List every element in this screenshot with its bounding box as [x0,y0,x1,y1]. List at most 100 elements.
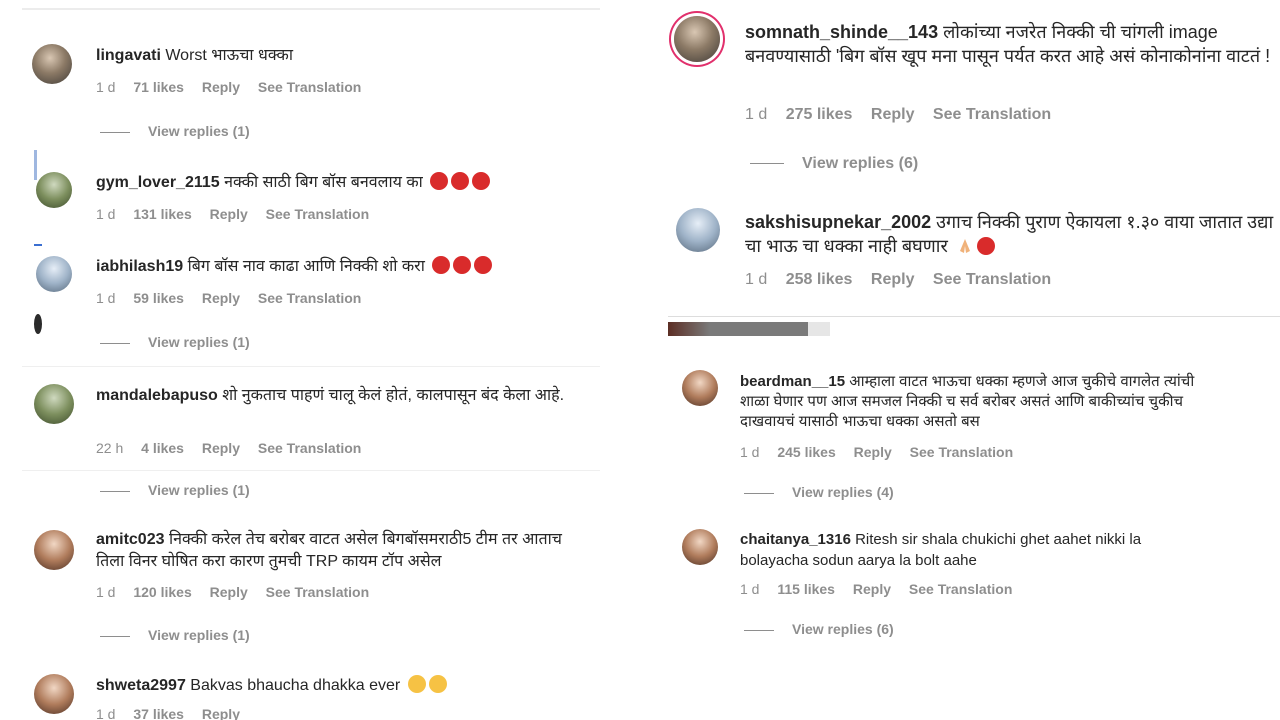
timestamp: 1 d [96,584,116,600]
see-translation-button[interactable]: See Translation [258,290,361,306]
likes-count[interactable]: 37 likes [133,706,184,720]
see-translation-button[interactable]: See Translation [933,271,1051,288]
view-replies-label: View replies (1) [148,334,250,350]
view-replies-button[interactable]: View replies (1) [100,627,250,643]
comment-meta: 1 d 120 likes Reply See Translation [96,584,383,600]
timestamp: 1 d [96,79,116,95]
username[interactable]: mandalebapuso [96,387,218,404]
timestamp: 1 d [96,706,116,720]
reply-button[interactable]: Reply [871,106,915,123]
avatar[interactable] [32,44,72,84]
likes-count[interactable]: 275 likes [786,106,853,123]
timestamp: 1 d [745,106,768,123]
username[interactable]: iabhilash19 [96,258,183,275]
reply-button[interactable]: Reply [854,444,892,460]
username[interactable]: somnath_shinde__143 [745,22,938,42]
reply-button[interactable]: Reply [871,271,915,288]
comment-meta: 1 d 59 likes Reply See Translation [96,290,375,306]
divider [22,8,600,10]
comment-meta: 1 d 275 likes Reply See Translation [745,106,1065,124]
comment-body: Bakvas bhaucha dhakka ever [190,677,401,694]
reply-button[interactable]: Reply [202,290,240,306]
view-replies-button[interactable]: View replies (6) [750,155,918,173]
avatar[interactable] [682,529,718,565]
avatar[interactable] [34,530,74,570]
view-replies-button[interactable]: View replies (1) [100,482,250,498]
see-translation-button[interactable]: See Translation [258,440,361,456]
see-translation-button[interactable]: See Translation [266,206,369,222]
comment-text: somnath_shinde__143 लोकांच्या नजरेत निक्… [745,20,1275,68]
likes-count[interactable]: 59 likes [133,290,184,306]
likes-count[interactable]: 120 likes [133,584,191,600]
username[interactable]: lingavati [96,47,161,64]
username[interactable]: gym_lover_2115 [96,174,220,191]
right-comments-panel: somnath_shinde__143 लोकांच्या नजरेत निक्… [660,0,1280,720]
reply-button[interactable]: Reply [210,584,248,600]
angry-face-icon [451,172,470,190]
see-translation-button[interactable]: See Translation [933,106,1051,123]
avatar[interactable] [36,256,72,292]
view-replies-button[interactable]: View replies (1) [100,334,250,350]
divider [22,470,600,471]
avatar[interactable] [34,674,74,714]
decor-mark [34,244,42,246]
view-replies-label: View replies (4) [792,484,894,500]
avatar[interactable] [36,172,72,208]
username[interactable]: beardman__15 [740,373,845,390]
view-replies-label: View replies (1) [148,482,250,498]
angry-face-icon [432,256,451,274]
reply-button[interactable]: Reply [210,206,248,222]
likes-count[interactable]: 258 likes [786,271,853,288]
username[interactable]: amitc023 [96,531,165,548]
decor-mark [34,314,42,334]
avatar[interactable] [676,208,720,252]
likes-count[interactable]: 115 likes [777,581,835,597]
comment-meta: 1 d 258 likes Reply See Translation [745,271,1065,289]
reply-button[interactable]: Reply [202,706,240,720]
dash-line [100,635,130,637]
likes-count[interactable]: 4 likes [141,440,184,456]
reply-button[interactable]: Reply [853,581,891,597]
reply-button[interactable]: Reply [202,440,240,456]
see-translation-button[interactable]: See Translation [258,79,361,95]
username[interactable]: sakshisupnekar_2002 [745,212,931,232]
see-translation-button[interactable]: See Translation [909,581,1012,597]
comment-text: mandalebapuso शो नुकताच पाहणं चालू केलं … [96,385,566,407]
avatar[interactable] [34,384,74,424]
view-replies-label: View replies (1) [148,123,250,139]
username[interactable]: chaitanya_1316 [740,531,851,548]
reply-button[interactable]: Reply [202,79,240,95]
view-replies-button[interactable]: View replies (1) [100,123,250,139]
timestamp: 1 d [740,581,760,597]
likes-count[interactable]: 131 likes [133,206,191,222]
comment-body: शो नुकताच पाहणं चालू केलं होतं, कालपासून… [222,387,565,404]
likes-count[interactable]: 71 likes [133,79,184,95]
likes-count[interactable]: 245 likes [777,444,835,460]
comment-text: lingavati Worst भाऊचा धक्का [96,45,293,67]
angry-face-icon [472,172,491,190]
avatar[interactable] [682,370,718,406]
comment-text: iabhilash19 बिग बॉस नाव काढा आणि निक्की … [96,256,493,278]
see-translation-button[interactable]: See Translation [910,444,1013,460]
avatar[interactable] [674,16,720,62]
view-replies-label: View replies (6) [802,155,919,172]
comment-meta: 1 d 131 likes Reply See Translation [96,206,383,222]
comment-body: बिग बॉस नाव काढा आणि निक्की शो करा [187,258,425,275]
dash-line [100,131,130,133]
comment-body: नक्की साठी बिग बॉस बनवलाय का [224,174,423,191]
view-replies-button[interactable]: View replies (4) [744,484,894,500]
dash-line [100,490,130,492]
username[interactable]: shweta2997 [96,677,186,694]
comment-meta: 1 d 37 likes Reply [96,706,254,720]
image-strip [668,322,808,336]
see-translation-button[interactable]: See Translation [266,584,369,600]
angry-face-icon [430,172,449,190]
view-replies-label: View replies (1) [148,627,250,643]
view-replies-label: View replies (6) [792,621,894,637]
comment-meta: 1 d 71 likes Reply See Translation [96,79,375,95]
dash-line [744,629,774,631]
screaming-face-icon [407,675,426,693]
folded-hands-icon [959,239,970,253]
view-replies-button[interactable]: View replies (6) [744,621,894,637]
dash-line [750,163,784,165]
